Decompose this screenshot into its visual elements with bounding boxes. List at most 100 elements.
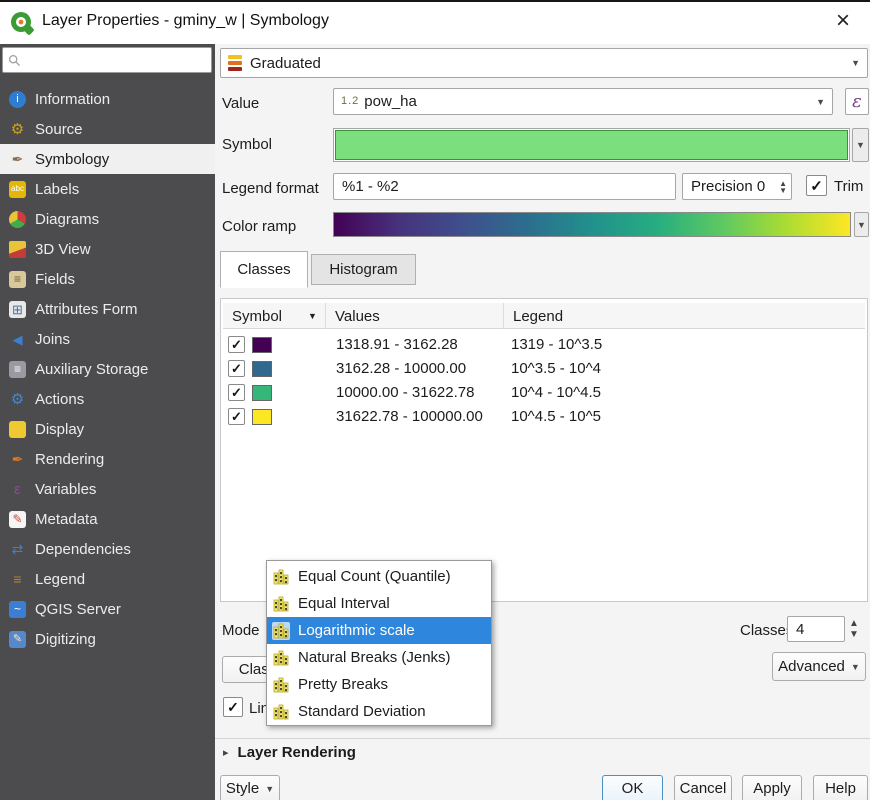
sidebar-item-diagrams[interactable]: Diagrams [0, 204, 215, 234]
sidebar-item-symbology[interactable]: ✒ Symbology [0, 144, 215, 174]
color-ramp-dropdown-button[interactable]: ▼ [854, 212, 869, 237]
sidebar-item-source[interactable]: ⚙ Source [0, 114, 215, 144]
renderer-value: Graduated [250, 55, 321, 72]
value-label: Value [222, 95, 259, 112]
layer-rendering-label: Layer Rendering [238, 744, 356, 761]
render-brush-icon: ✒ [9, 451, 26, 468]
database-icon: ≡ [9, 361, 26, 378]
sidebar-item-metadata[interactable]: ✎ Metadata [0, 504, 215, 534]
column-header-legend[interactable]: Legend [503, 303, 865, 329]
mode-menu-item-label: Logarithmic scale [298, 622, 415, 639]
row-checkbox[interactable]: ✓ [228, 408, 245, 425]
sidebar-item-attributes-form[interactable]: ⊞ Attributes Form [0, 294, 215, 324]
sidebar-item-qgis-server[interactable]: ~ QGIS Server [0, 594, 215, 624]
attributes-form-icon: ⊞ [9, 301, 26, 318]
chevron-down-icon: ▼ [851, 662, 860, 672]
mode-menu-item[interactable]: Equal Interval [267, 590, 491, 617]
row-checkbox[interactable]: ✓ [228, 336, 245, 353]
class-legend: 10^3.5 - 10^4 [511, 360, 601, 377]
mode-menu-item[interactable]: Natural Breaks (Jenks) [267, 644, 491, 671]
table-row[interactable]: ✓ 31622.78 - 100000.00 10^4.5 - 10^5 [223, 405, 865, 429]
gear-action-icon: ⚙ [9, 391, 26, 408]
sidebar-item-variables[interactable]: ε Variables [0, 474, 215, 504]
search-input[interactable] [2, 47, 212, 73]
sidebar-item-actions[interactable]: ⚙ Actions [0, 384, 215, 414]
trim-label: Trim [834, 178, 863, 195]
row-checkbox[interactable]: ✓ [228, 384, 245, 401]
class-values: 31622.78 - 100000.00 [336, 408, 483, 425]
table-row[interactable]: ✓ 3162.28 - 10000.00 10^3.5 - 10^4 [223, 357, 865, 381]
sort-icon: ▼ [308, 311, 317, 321]
sidebar-item-labels[interactable]: abc Labels [0, 174, 215, 204]
pie-chart-icon [9, 211, 26, 228]
class-color-swatch[interactable] [252, 409, 272, 425]
mode-menu-item-label: Standard Deviation [298, 703, 426, 720]
layer-rendering-group[interactable]: ▸ Layer Rendering [223, 744, 356, 761]
tab-classes[interactable]: Classes [220, 251, 308, 288]
table-row[interactable]: ✓ 10000.00 - 31622.78 10^4 - 10^4.5 [223, 381, 865, 405]
sidebar-item-legend[interactable]: ≡ Legend [0, 564, 215, 594]
precision-spinner[interactable]: Precision 0 ▲▼ [682, 173, 792, 200]
histogram-icon [272, 568, 290, 586]
symbol-color-swatch [335, 130, 848, 160]
mode-menu-item-label: Equal Interval [298, 595, 390, 612]
sidebar-item-display[interactable]: Display [0, 414, 215, 444]
sidebar-item-rendering[interactable]: ✒ Rendering [0, 444, 215, 474]
sidebar-item-joins[interactable]: ◀ Joins [0, 324, 215, 354]
sidebar-item-label: Fields [35, 271, 75, 288]
tab-histogram[interactable]: Histogram [311, 254, 416, 285]
value-field-combo[interactable]: 1.2 pow_ha ▼ [333, 88, 833, 115]
legend-format-input[interactable]: %1 - %2 [333, 173, 676, 200]
sidebar-item-fields[interactable]: ≡ Fields [0, 264, 215, 294]
style-button[interactable]: Style▼ [220, 775, 280, 800]
sidebar-item-label: Display [35, 421, 84, 438]
sidebar-item-3d-view[interactable]: 3D View [0, 234, 215, 264]
sidebar-item-label: Variables [35, 481, 96, 498]
close-icon[interactable]: × [828, 6, 858, 36]
column-header-symbol[interactable]: Symbol▼ [223, 303, 325, 329]
chevron-down-icon: ▼ [265, 784, 274, 794]
classes-count-input[interactable]: 4 [787, 616, 845, 642]
spinner-arrows-icon[interactable]: ▲▼ [779, 180, 791, 194]
mode-menu-item[interactable]: Pretty Breaks [267, 671, 491, 698]
qgis-logo-icon [9, 10, 35, 36]
link-boundaries-checkbox[interactable]: ✓ [223, 697, 243, 717]
class-color-swatch[interactable] [252, 361, 272, 377]
class-color-swatch[interactable] [252, 337, 272, 353]
table-row[interactable]: ✓ 1318.91 - 3162.28 1319 - 10^3.5 [223, 333, 865, 357]
symbol-dropdown-button[interactable]: ▼ [852, 128, 869, 162]
sidebar-item-label: Symbology [35, 151, 109, 168]
class-color-swatch[interactable] [252, 385, 272, 401]
ok-button[interactable]: OK [602, 775, 663, 800]
classes-table: Symbol▼ Values Legend ✓ 1318.91 - 3162.2… [220, 298, 868, 602]
sidebar-item-digitizing[interactable]: ✎ Digitizing [0, 624, 215, 654]
color-ramp-preview[interactable] [333, 212, 851, 237]
classes-spinner-arrows[interactable]: ▲▼ [849, 618, 859, 640]
document-pencil-icon: ✎ [9, 511, 26, 528]
sidebar: i Information ⚙ Source ✒ Symbology abc L… [0, 44, 215, 800]
renderer-combo[interactable]: Graduated ▼ [220, 48, 868, 78]
mode-dropdown-menu: Equal Count (Quantile) Equal Interval [266, 560, 492, 726]
trim-checkbox[interactable]: ✓ [806, 175, 827, 196]
apply-button[interactable]: Apply [742, 775, 802, 800]
legend-format-label: Legend format [222, 180, 319, 197]
expression-builder-button[interactable]: ε [845, 88, 869, 115]
symbology-panel: Graduated ▼ Value 1.2 pow_ha ▼ ε Symbol … [215, 44, 870, 800]
mode-menu-item[interactable]: Logarithmic scale [267, 617, 491, 644]
symbol-preview[interactable] [333, 128, 850, 162]
histogram-icon [272, 676, 290, 694]
cancel-button[interactable]: Cancel [674, 775, 732, 800]
mode-menu-item[interactable]: Standard Deviation [267, 698, 491, 725]
column-header-values[interactable]: Values [325, 303, 503, 329]
title-bar: Layer Properties - gminy_w | Symbology × [0, 2, 870, 44]
help-button[interactable]: Help [813, 775, 868, 800]
histogram-icon [272, 649, 290, 667]
sidebar-item-dependencies[interactable]: ⇄ Dependencies [0, 534, 215, 564]
sidebar-item-information[interactable]: i Information [0, 84, 215, 114]
row-checkbox[interactable]: ✓ [228, 360, 245, 377]
advanced-button[interactable]: Advanced▼ [772, 652, 866, 681]
class-legend: 1319 - 10^3.5 [511, 336, 602, 353]
epsilon-icon: ε [9, 481, 26, 498]
mode-menu-item[interactable]: Equal Count (Quantile) [267, 563, 491, 590]
sidebar-item-auxiliary-storage[interactable]: ≡ Auxiliary Storage [0, 354, 215, 384]
